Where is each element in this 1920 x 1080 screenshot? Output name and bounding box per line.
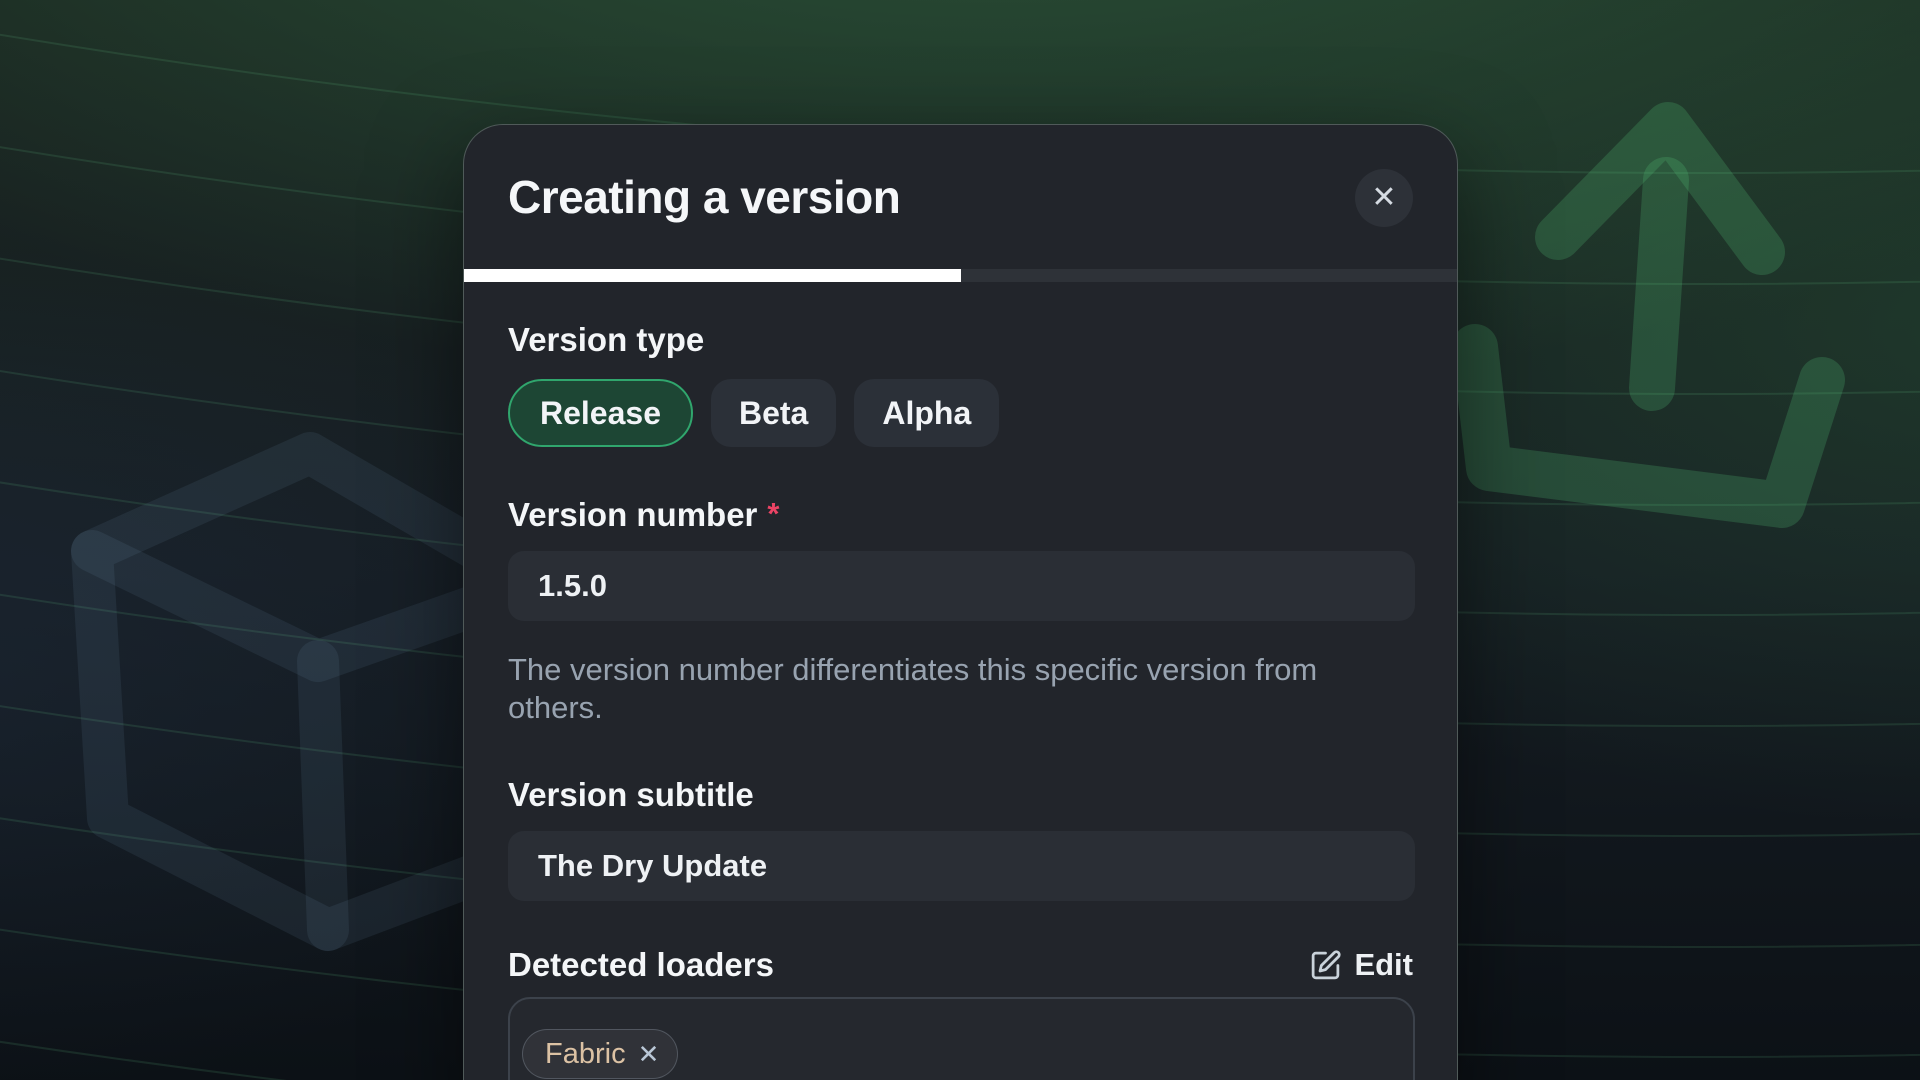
required-asterisk: * [767,496,779,531]
close-icon: ✕ [1371,183,1396,213]
version-type-beta-button[interactable]: Beta [711,379,836,447]
version-subtitle-label: Version subtitle [508,775,1413,815]
edit-loaders-button[interactable]: Edit [1309,947,1413,983]
version-number-input[interactable] [508,551,1415,621]
modal-header: Creating a version ✕ [464,125,1457,269]
progress-fill [464,269,961,282]
edit-button-label: Edit [1354,947,1413,983]
remove-loader-button[interactable]: ✕ [638,1041,660,1067]
version-number-help: The version number differentiates this s… [508,651,1388,727]
create-version-modal: Creating a version ✕ Version type Releas… [463,124,1458,1080]
version-type-options: Release Beta Alpha [508,379,1413,447]
modal-title: Creating a version [508,170,900,224]
detected-loaders-label: Detected loaders [508,945,774,985]
detected-loaders-box: Fabric ✕ [508,997,1415,1080]
edit-icon [1309,949,1342,982]
progress-bar [464,269,1457,282]
version-type-label: Version type [508,320,1413,360]
modal-body: Version type Release Beta Alpha Version … [464,282,1457,1080]
version-subtitle-input[interactable] [508,831,1415,901]
close-button[interactable]: ✕ [1355,169,1413,227]
loader-chip-label: Fabric [545,1038,626,1071]
version-type-release-button[interactable]: Release [508,379,693,447]
loader-chip-fabric: Fabric ✕ [522,1029,678,1079]
remove-icon: ✕ [638,1039,660,1069]
page-background: Creating a version ✕ Version type Releas… [0,0,1920,1080]
version-number-label: Version number [508,496,757,533]
version-type-alpha-button[interactable]: Alpha [854,379,999,447]
